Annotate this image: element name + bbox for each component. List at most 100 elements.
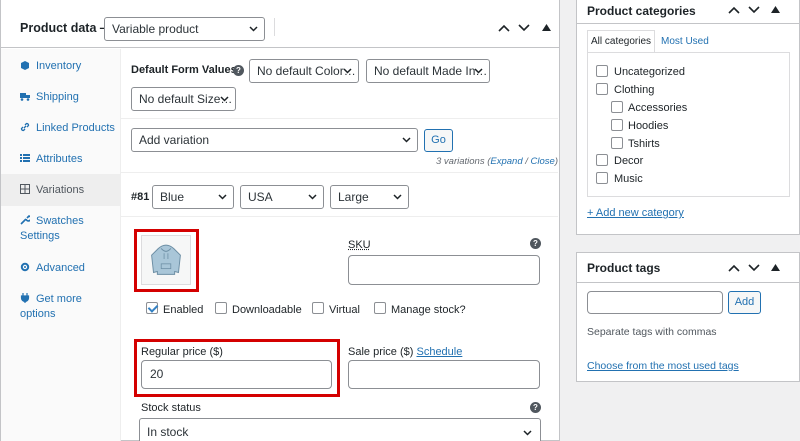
tab-swatches-settings-line2: Settings [20, 229, 121, 244]
tag-input[interactable] [587, 291, 723, 314]
product-categories-title: Product categories [587, 4, 696, 18]
category-label: Clothing [614, 84, 654, 96]
tab-shipping[interactable]: Shipping [1, 90, 121, 105]
go-button[interactable]: Go [424, 129, 453, 152]
chevron-down-icon [343, 68, 352, 74]
default-form-values-label: Default Form Values: [131, 64, 240, 76]
downloadable-checkbox[interactable] [215, 302, 227, 314]
box-divider [577, 23, 799, 24]
category-label: Uncategorized [614, 66, 685, 78]
tab-variations[interactable]: Variations [1, 174, 121, 206]
link-icon [20, 122, 30, 132]
variation-size-select[interactable]: Large [330, 185, 409, 209]
sale-price-label: Sale price ($) Schedule [348, 346, 462, 358]
box-divider [577, 282, 799, 283]
product-tags-box: Product tags Add Separate tags with comm… [576, 252, 800, 382]
product-data-title: Product data — [20, 21, 112, 35]
chevron-down-icon [474, 68, 483, 74]
chevron-down-icon [523, 430, 532, 436]
tab-advanced[interactable]: Advanced [1, 261, 121, 276]
category-checkbox-uncategorized[interactable] [596, 65, 608, 77]
default-size-select[interactable]: No default Size… [131, 87, 236, 111]
chevron-down-icon [220, 96, 229, 102]
help-icon[interactable]: ? [530, 402, 541, 413]
tab-inventory[interactable]: Inventory [1, 59, 121, 74]
sku-input[interactable] [348, 255, 540, 285]
product-type-select[interactable]: Variable product [104, 17, 265, 41]
tab-linked-products[interactable]: Linked Products [1, 121, 121, 136]
move-down-icon[interactable] [748, 6, 760, 14]
tab-all-categories[interactable]: All categories [587, 30, 655, 53]
tab-get-more-options[interactable]: Get more options [1, 292, 121, 322]
category-checkbox-tshirts[interactable] [611, 137, 623, 149]
category-label: Accessories [628, 102, 687, 114]
category-checkbox-music[interactable] [596, 172, 608, 184]
close-link[interactable]: Close [531, 156, 555, 167]
stock-status-label: Stock status [141, 402, 201, 414]
add-new-category-link[interactable]: + Add new category [587, 207, 684, 219]
category-label: Music [614, 173, 643, 185]
row-divider [121, 216, 558, 217]
product-tags-title: Product tags [587, 261, 660, 275]
help-icon[interactable]: ? [530, 238, 541, 249]
product-categories-box: Product categories All categories Most U… [576, 0, 800, 235]
highlight-image [134, 229, 199, 292]
sale-price-input[interactable] [348, 360, 540, 389]
virtual-checkbox[interactable] [312, 302, 324, 314]
category-checkbox-clothing[interactable] [596, 83, 608, 95]
tab-get-more-options-line2: options [20, 307, 121, 322]
row-divider [121, 118, 558, 119]
chevron-down-icon [393, 194, 402, 200]
toggle-panel-icon[interactable] [542, 24, 551, 31]
header-divider [274, 18, 275, 36]
default-made-in-select[interactable]: No default Made In… [366, 59, 490, 83]
wrench-icon [20, 215, 30, 225]
add-tag-button[interactable]: Add [728, 291, 761, 314]
add-variation-select[interactable]: Add variation [131, 128, 418, 152]
list-icon [20, 153, 30, 163]
variations-count: 3 variations (Expand / Close) [436, 156, 558, 167]
chevron-down-icon [402, 137, 411, 143]
choose-most-used-tags-link[interactable]: Choose from the most used tags [587, 360, 739, 372]
product-data-tabs: Inventory Shipping Linked Products Attri… [1, 49, 121, 441]
tab-swatches-settings[interactable]: Swatches Settings [1, 214, 121, 244]
gear-icon [20, 262, 30, 272]
category-checkbox-decor[interactable] [596, 154, 608, 166]
enabled-checkbox[interactable] [146, 302, 158, 314]
manage-stock-label: Manage stock? [391, 304, 466, 316]
toggle-panel-icon[interactable] [771, 264, 780, 271]
tags-hint: Separate tags with commas [587, 326, 717, 338]
chevron-down-icon [308, 194, 317, 200]
variation-made-in-select[interactable]: USA [240, 185, 324, 209]
row-divider [121, 172, 558, 173]
category-label: Decor [614, 155, 643, 167]
manage-stock-checkbox[interactable] [374, 302, 386, 314]
chevron-down-icon [218, 194, 227, 200]
help-icon[interactable]: ? [233, 65, 244, 76]
variation-id: #81 [131, 191, 149, 203]
sku-label: SKU [348, 239, 371, 251]
variation-color-select[interactable]: Blue [152, 185, 234, 209]
product-type-value: Variable product [112, 22, 199, 36]
move-down-icon[interactable] [518, 24, 530, 32]
category-checkbox-accessories[interactable] [611, 101, 623, 113]
truck-icon [20, 91, 30, 101]
move-down-icon[interactable] [748, 264, 760, 272]
move-up-icon[interactable] [728, 264, 740, 272]
stock-status-select[interactable]: In stock [139, 418, 541, 441]
tab-most-used[interactable]: Most Used [661, 36, 709, 47]
downloadable-label: Downloadable [232, 304, 302, 316]
move-up-icon[interactable] [498, 24, 510, 32]
default-color-select[interactable]: No default Color… [249, 59, 359, 83]
move-up-icon[interactable] [728, 6, 740, 14]
tab-attributes[interactable]: Attributes [1, 152, 121, 167]
chevron-down-icon [249, 26, 258, 32]
enabled-label: Enabled [163, 304, 203, 316]
highlight-regular-price [134, 339, 340, 397]
category-label: Tshirts [628, 138, 660, 150]
schedule-link[interactable]: Schedule [416, 346, 462, 358]
expand-link[interactable]: Expand [490, 156, 522, 167]
toggle-panel-icon[interactable] [771, 6, 780, 13]
category-checkbox-hoodies[interactable] [611, 119, 623, 131]
product-data-header: Product data — Variable product [1, 0, 559, 48]
